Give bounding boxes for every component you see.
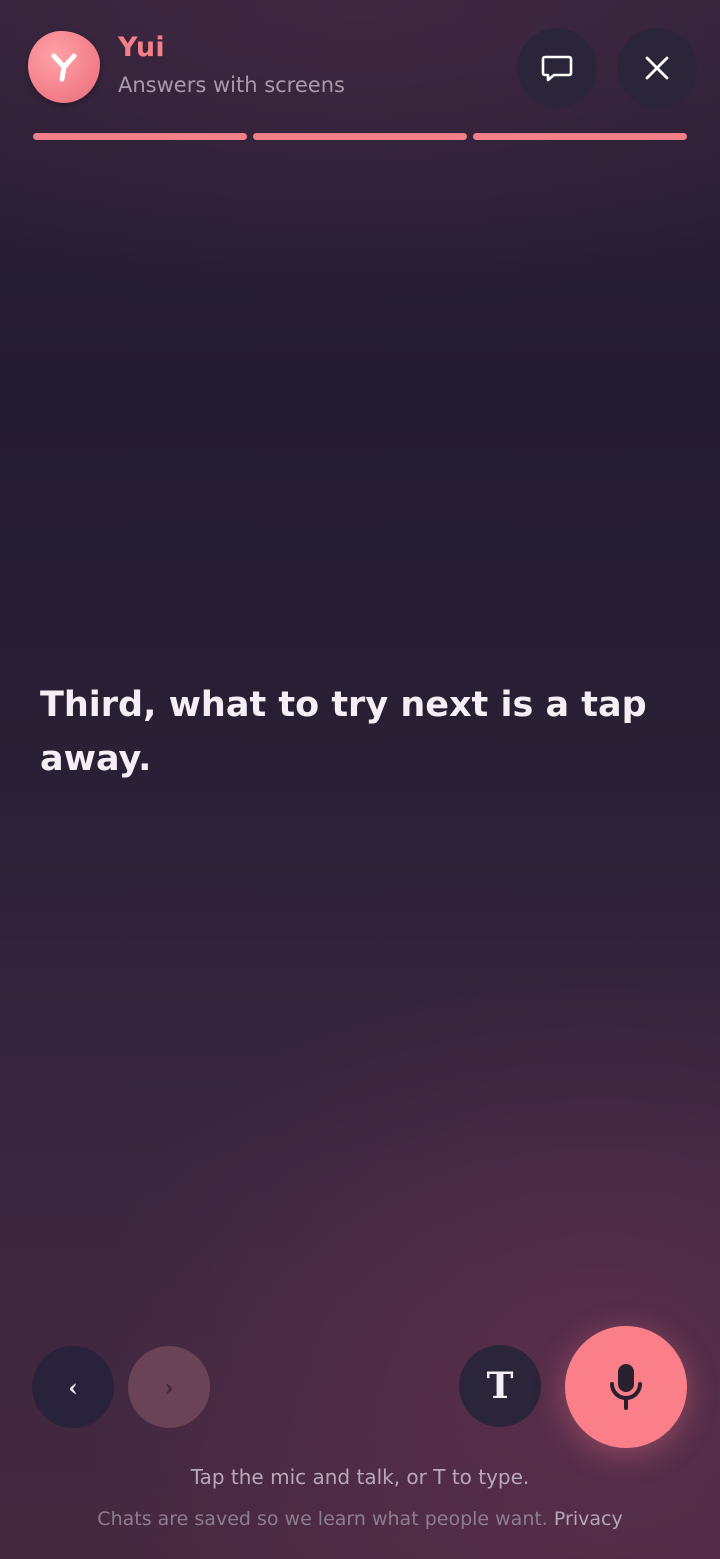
progress-bar <box>33 133 687 140</box>
chat-button[interactable] <box>517 28 597 108</box>
progress-segment <box>33 133 247 140</box>
assistant-name: Yui <box>118 32 165 63</box>
next-button[interactable]: › <box>128 1346 210 1428</box>
message-text: Third, what to try next is a tap away. <box>40 685 647 779</box>
footer-notice: Chats are saved so we learn what people … <box>0 1508 720 1530</box>
close-icon <box>645 56 669 80</box>
assistant-subtitle: Answers with screens <box>118 73 345 97</box>
chevron-right-icon: › <box>164 1372 174 1402</box>
close-button[interactable] <box>617 28 697 108</box>
type-label: T <box>486 1365 514 1407</box>
mic-button[interactable] <box>565 1326 687 1448</box>
microphone-icon <box>610 1364 642 1410</box>
input-hint: Tap the mic and talk, or T to type. <box>190 1465 530 1489</box>
chat-bubble-icon <box>541 55 573 82</box>
progress-segment <box>473 133 687 140</box>
progress-segment <box>253 133 467 140</box>
privacy-link[interactable]: Privacy <box>554 1508 623 1530</box>
chevron-left-icon: ‹ <box>68 1372 78 1402</box>
footer-text: Chats are saved so we learn what people … <box>97 1508 548 1530</box>
yui-logo-icon <box>51 53 77 82</box>
type-button[interactable]: T <box>459 1345 541 1427</box>
avatar <box>28 31 100 103</box>
previous-button[interactable]: ‹ <box>32 1346 114 1428</box>
